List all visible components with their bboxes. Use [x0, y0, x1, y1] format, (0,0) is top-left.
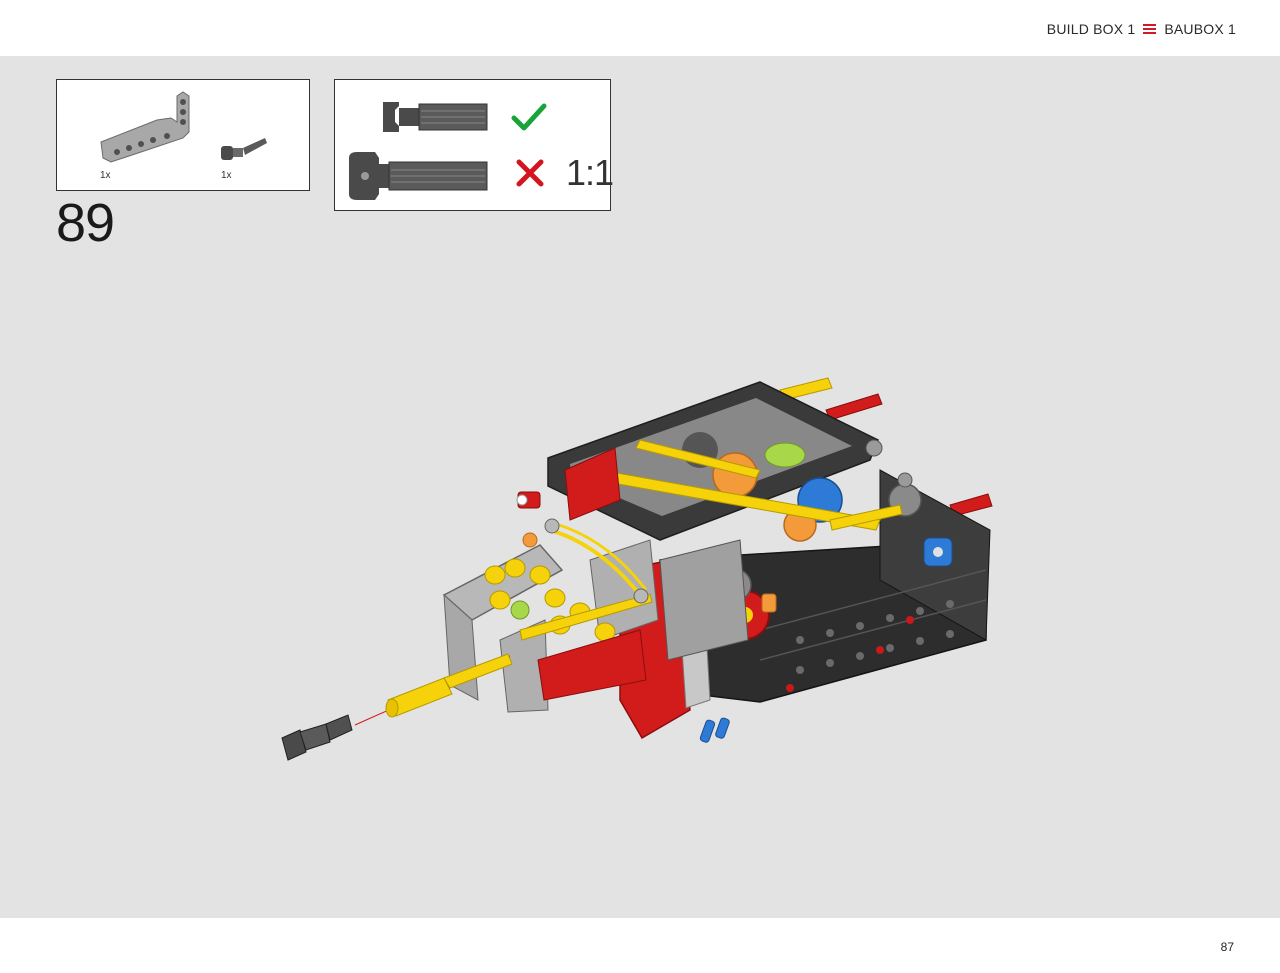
rear-red-axle: [825, 393, 883, 421]
inserting-axle-pin: [281, 714, 353, 761]
correct-axle-pin-icon: [383, 102, 488, 132]
part-quantity: 1x: [100, 170, 111, 181]
page-footer: [0, 918, 1280, 973]
gearbox-assembly-illustration: [281, 377, 993, 761]
axle-pin-part-icon: [221, 138, 267, 160]
l-beam-part-icon: [100, 91, 190, 163]
menu-icon: [1143, 24, 1157, 34]
scale-label: 1:1: [566, 152, 614, 193]
build-box-de: BAUBOX 1: [1164, 21, 1236, 37]
wrong-axle-pin-icon: [349, 152, 488, 200]
page-number: 87: [1220, 940, 1234, 954]
checkmark-icon: [511, 103, 547, 131]
page-header: BUILD BOX 1 BAUBOX 1: [0, 0, 1280, 56]
build-box-en: BUILD BOX 1: [1046, 21, 1136, 37]
build-box-label: BUILD BOX 1 BAUBOX 1: [1047, 21, 1236, 37]
parts-list-box: 1x 1x: [56, 79, 310, 191]
step-number: 89: [56, 193, 115, 253]
cross-icon: [516, 159, 544, 187]
part-quantity: 1x: [221, 170, 232, 181]
